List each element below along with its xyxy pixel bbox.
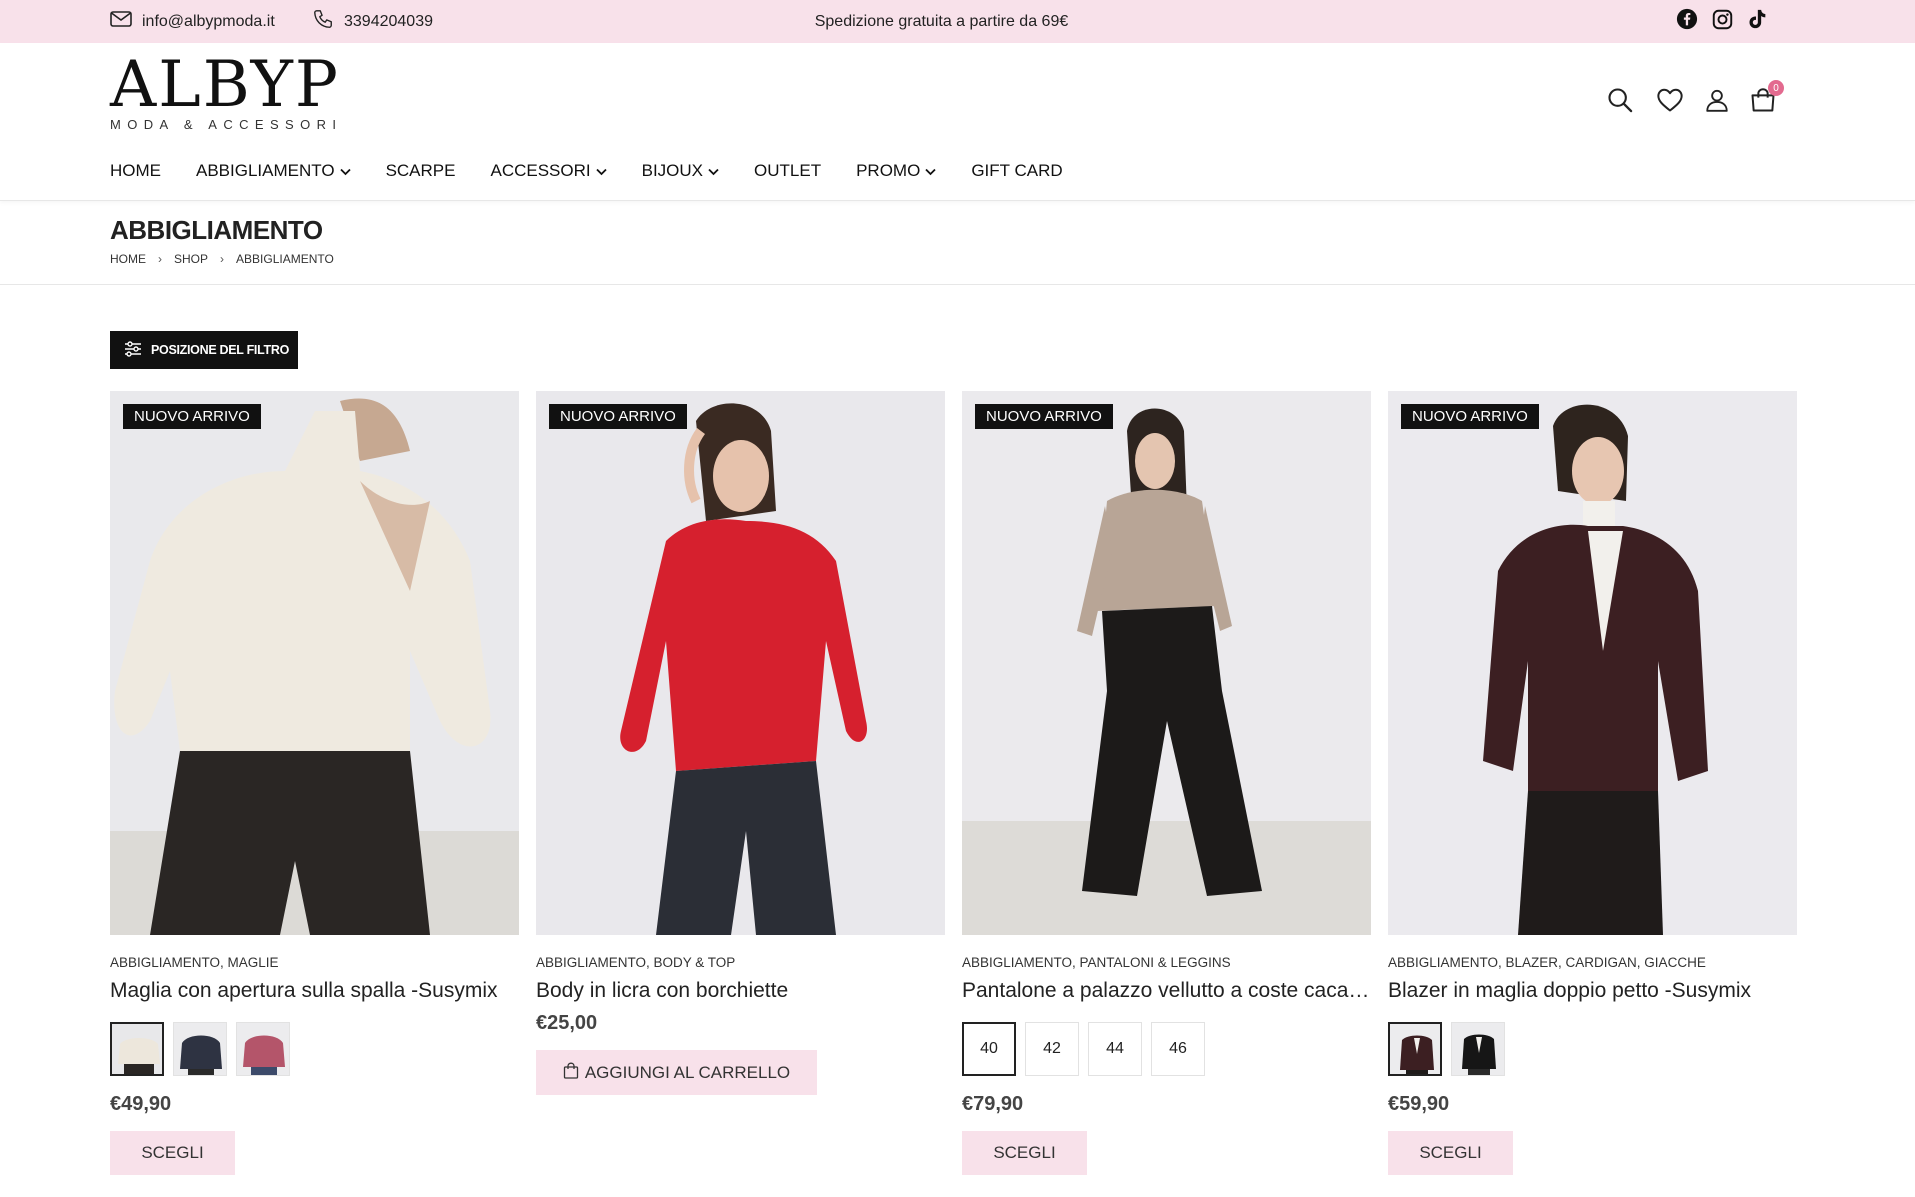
product-image[interactable]: NUOVO ARRIVO: [962, 391, 1371, 935]
product-card: NUOVO ARRIVO ABBIGLIAMENTO, PANTALONI & …: [962, 391, 1371, 1175]
user-icon[interactable]: [1697, 80, 1737, 120]
breadcrumb: HOME › SHOP › ABBIGLIAMENTO: [110, 252, 334, 266]
product-image[interactable]: NUOVO ARRIVO: [110, 391, 519, 935]
product-image[interactable]: NUOVO ARRIVO: [536, 391, 945, 935]
color-swatch[interactable]: [236, 1022, 290, 1076]
page-header: ABBIGLIAMENTO HOME › SHOP › ABBIGLIAMENT…: [0, 201, 1915, 285]
product-card: NUOVO ARRIVO ABBIGLIAMENTO, BLAZER, CARD…: [1388, 391, 1797, 1175]
new-arrival-badge: NUOVO ARRIVO: [1401, 404, 1539, 429]
nav-item-label: HOME: [110, 161, 161, 180]
logo-tagline: MODA & ACCESSORI: [110, 117, 343, 132]
product-category[interactable]: ABBIGLIAMENTO, BLAZER, CARDIGAN, GIACCHE: [1388, 955, 1706, 970]
color-swatch[interactable]: [1451, 1022, 1505, 1076]
nav-item-label: ACCESSORI: [490, 161, 591, 180]
nav-item-label: SCARPE: [385, 161, 456, 180]
product-name[interactable]: Maglia con apertura sulla spalla -Susymi…: [110, 979, 519, 1003]
nav-item-bijoux[interactable]: BIJOUX: [642, 161, 719, 181]
chevron-down-icon: [925, 161, 936, 181]
color-swatches: [1388, 1022, 1514, 1076]
chevron-down-icon: [595, 161, 607, 181]
nav-item-label: PROMO: [856, 161, 921, 180]
add-to-cart-button[interactable]: AGGIUNGI AL CARRELLO: [536, 1050, 817, 1095]
product-card: NUOVO ARRIVO ABBIGLIAMENTO, BODY & TOP B…: [536, 391, 945, 1095]
product-category[interactable]: ABBIGLIAMENTO, MAGLIE: [110, 955, 279, 970]
choose-button[interactable]: SCEGLI: [110, 1131, 235, 1175]
product-name[interactable]: Blazer in maglia doppio petto -Susymix: [1388, 979, 1797, 1003]
site-logo[interactable]: ALBYP MODA & ACCESSORI: [110, 53, 340, 133]
product-card: NUOVO ARRIVO ABBIGLIAMENTO, MAGLIE Magli…: [110, 391, 519, 1175]
filter-button-label: POSIZIONE DEL FILTRO: [151, 343, 289, 357]
size-option[interactable]: 44: [1088, 1022, 1142, 1076]
tiktok-icon[interactable]: [1747, 8, 1767, 35]
nav-item-home[interactable]: HOME: [110, 161, 161, 181]
nav-item-gift-card[interactable]: GIFT CARD: [971, 161, 1062, 181]
nav-item-scarpe[interactable]: SCARPE: [386, 161, 456, 181]
product-category[interactable]: ABBIGLIAMENTO, BODY & TOP: [536, 955, 735, 970]
nav-item-label: ABBIGLIAMENTO: [196, 161, 335, 180]
product-price: €79,90: [962, 1093, 1024, 1115]
nav-item-label: GIFT CARD: [971, 161, 1063, 180]
new-arrival-badge: NUOVO ARRIVO: [975, 404, 1113, 429]
page-title: ABBIGLIAMENTO: [110, 215, 323, 245]
chevron-down-icon: [708, 161, 719, 181]
shopping-bag-icon: [563, 1062, 585, 1084]
size-option[interactable]: 40: [962, 1022, 1016, 1076]
heart-icon[interactable]: [1650, 80, 1690, 120]
color-swatch[interactable]: [173, 1022, 227, 1076]
chevron-right-icon: ›: [220, 252, 225, 266]
top-bar: info@albypmoda.it 3394204039 Spedizione …: [0, 0, 1915, 43]
nav-item-accessori[interactable]: ACCESSORI: [490, 161, 607, 181]
sliders-icon: [124, 340, 151, 360]
color-swatch[interactable]: [110, 1022, 164, 1076]
social-links: [1676, 0, 1767, 43]
breadcrumb-home[interactable]: HOME: [110, 252, 146, 266]
add-to-cart-label: AGGIUNGI AL CARRELLO: [584, 1062, 791, 1082]
nav-item-abbigliamento[interactable]: ABBIGLIAMENTO: [196, 161, 351, 181]
chevron-down-icon: [339, 161, 351, 181]
product-image[interactable]: NUOVO ARRIVO: [1388, 391, 1797, 935]
new-arrival-badge: NUOVO ARRIVO: [549, 404, 687, 429]
product-price: €59,90: [1388, 1093, 1450, 1115]
site-header: ALBYP MODA & ACCESSORI 0 HOME ABBIGLIAME…: [0, 43, 1915, 201]
shipping-notice: Spedizione gratuita a partire da 69€: [814, 12, 1069, 30]
search-icon[interactable]: [1600, 80, 1640, 120]
product-category[interactable]: ABBIGLIAMENTO, PANTALONI & LEGGINS: [962, 955, 1231, 970]
nav-item-promo[interactable]: PROMO: [856, 161, 936, 181]
size-option[interactable]: 42: [1025, 1022, 1079, 1076]
choose-button[interactable]: SCEGLI: [962, 1131, 1087, 1175]
breadcrumb-current: ABBIGLIAMENTO: [236, 252, 334, 266]
cart-count-badge: 0: [1768, 80, 1784, 96]
chevron-right-icon: ›: [158, 252, 162, 266]
breadcrumb-shop[interactable]: SHOP: [174, 252, 208, 266]
new-arrival-badge: NUOVO ARRIVO: [123, 404, 261, 429]
product-price: €25,00: [536, 1012, 598, 1034]
color-swatch[interactable]: [1388, 1022, 1442, 1076]
color-swatches: [110, 1022, 299, 1076]
product-name[interactable]: Body in licra con borchiette: [536, 979, 945, 1003]
header-icons: 0: [1600, 80, 1790, 120]
nav-item-label: OUTLET: [754, 161, 822, 180]
nav-item-label: BIJOUX: [641, 161, 704, 180]
product-price: €49,90: [110, 1093, 172, 1115]
main-nav: HOME ABBIGLIAMENTO SCARPE ACCESSORI BIJO…: [110, 156, 1098, 186]
choose-button[interactable]: SCEGLI: [1388, 1131, 1513, 1175]
filter-position-button[interactable]: POSIZIONE DEL FILTRO: [110, 331, 298, 369]
size-options: 40 42 44 46: [962, 1022, 1214, 1076]
cart-icon[interactable]: 0: [1743, 80, 1784, 120]
product-name[interactable]: Pantalone a palazzo vellutto a coste cac…: [962, 979, 1371, 1003]
facebook-icon[interactable]: [1676, 8, 1698, 35]
nav-item-outlet[interactable]: OUTLET: [754, 161, 821, 181]
instagram-icon[interactable]: [1712, 9, 1733, 35]
size-option[interactable]: 46: [1151, 1022, 1205, 1076]
logo-wordmark: ALBYP: [110, 48, 340, 122]
